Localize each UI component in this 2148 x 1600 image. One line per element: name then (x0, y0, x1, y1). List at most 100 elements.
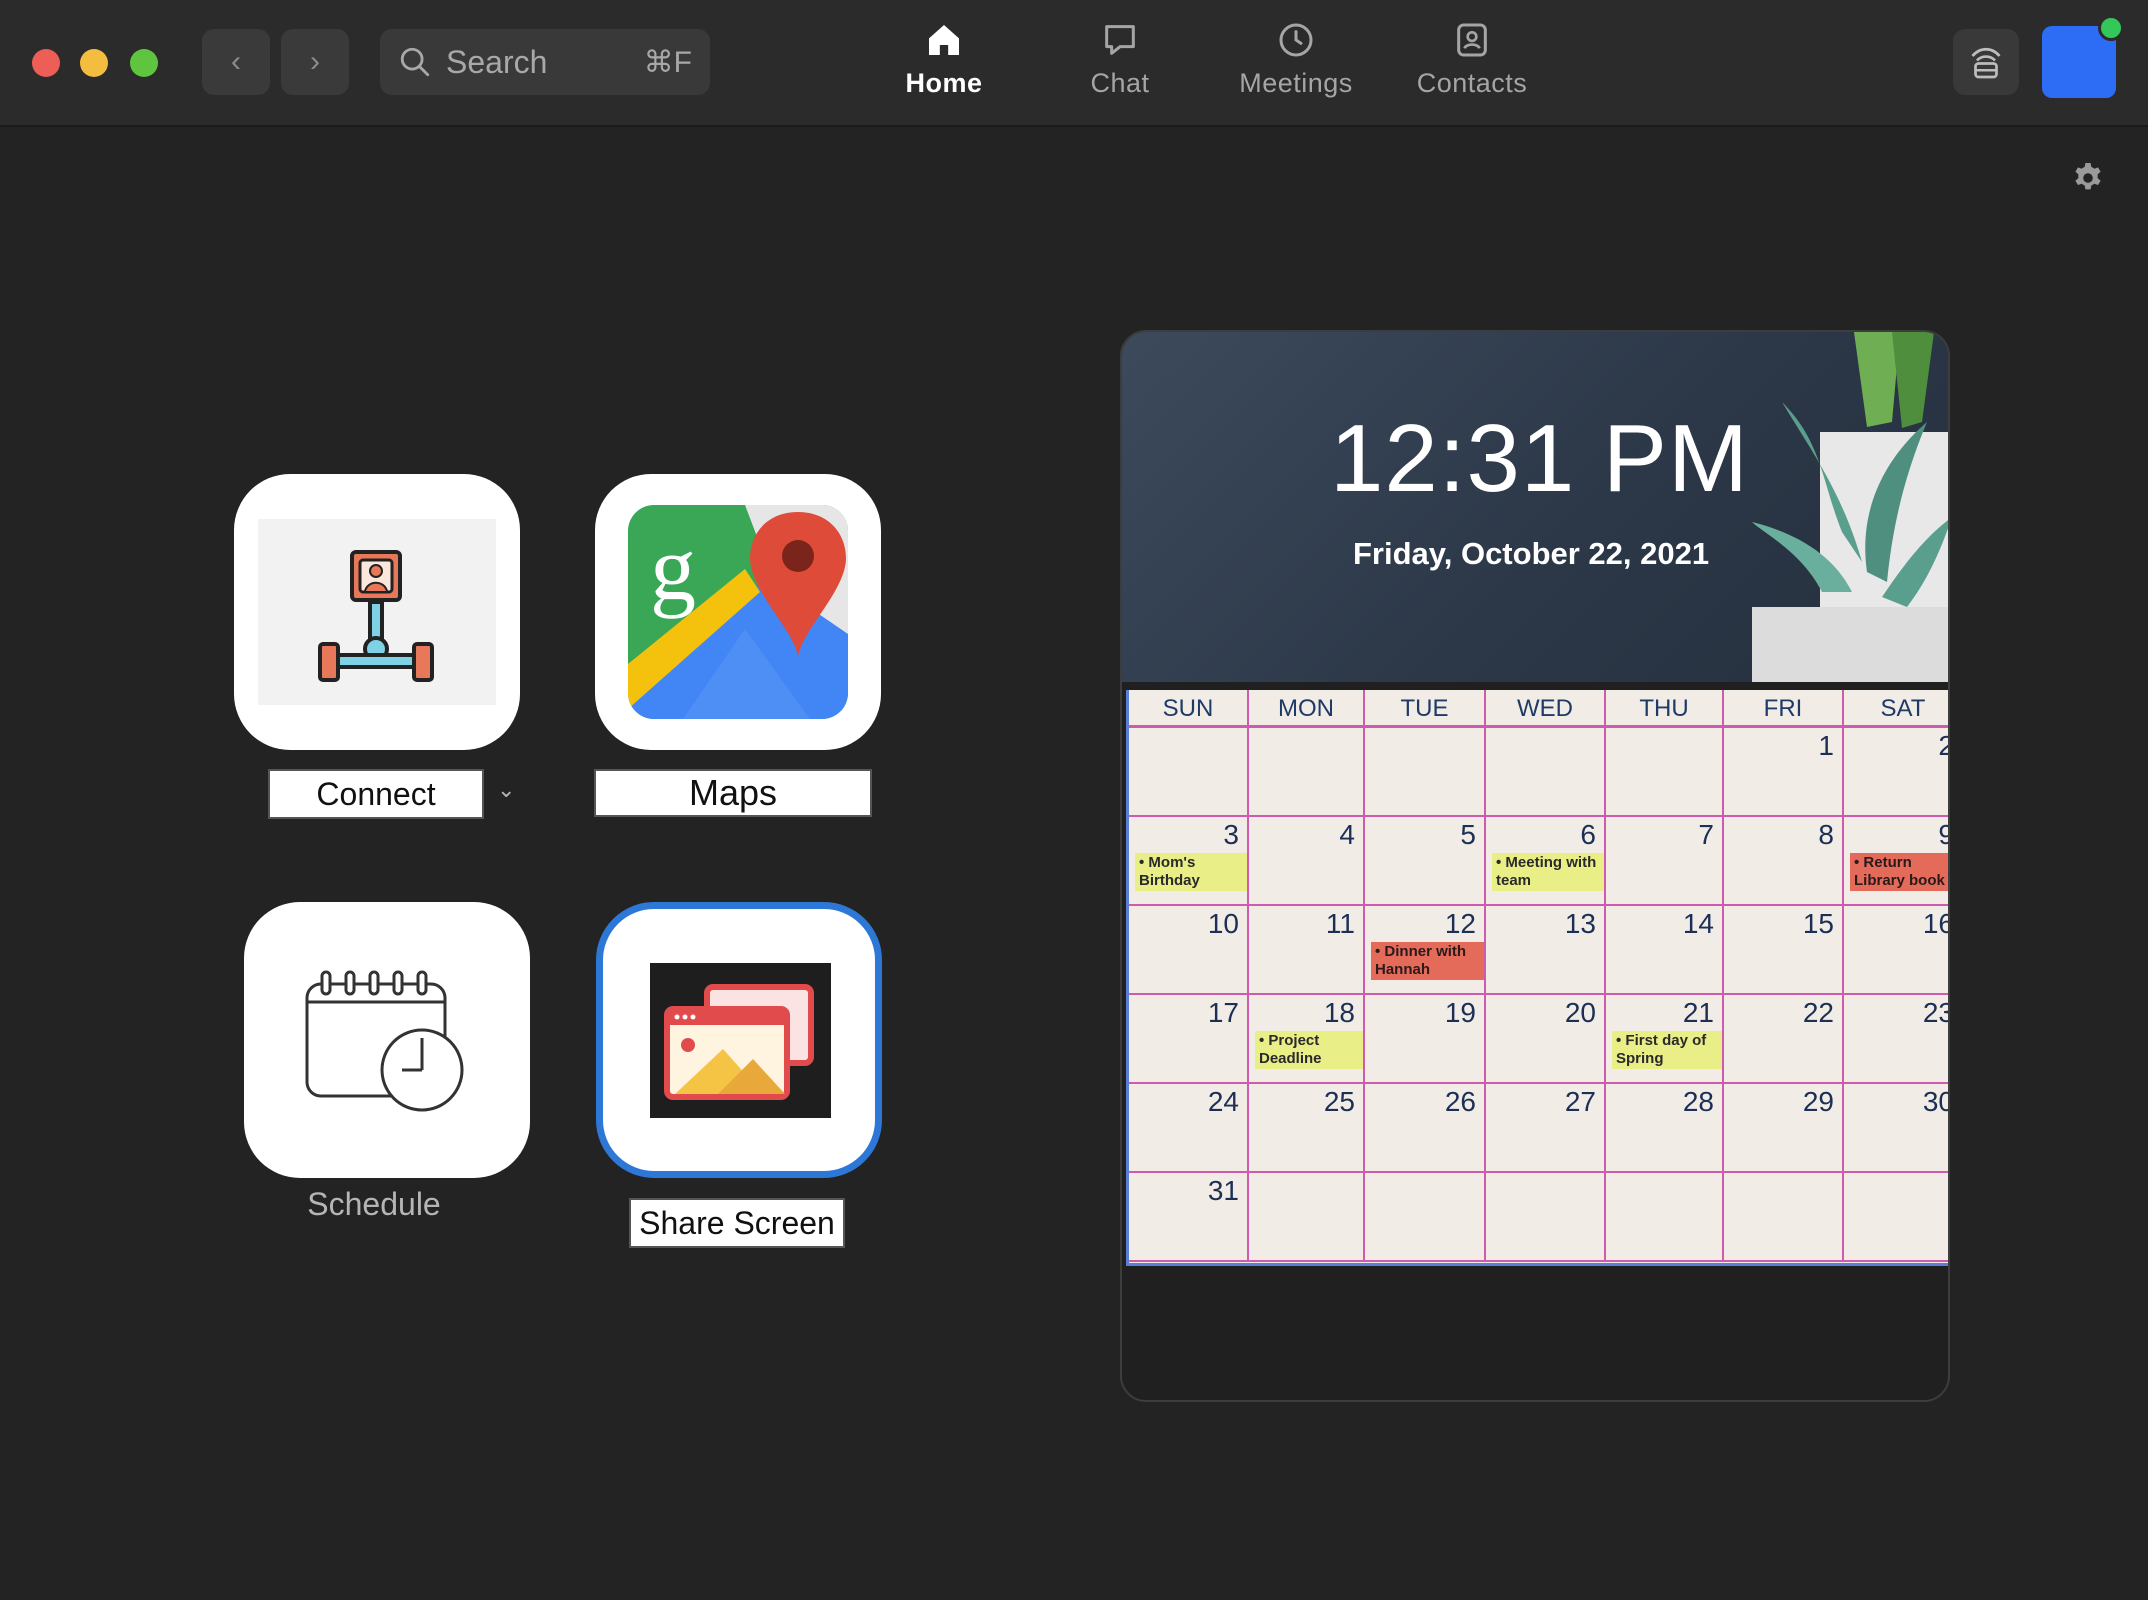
day-number: 18 (1323, 997, 1355, 1028)
calendar-day-cell[interactable] (1844, 1173, 1948, 1262)
calendar-day-cell[interactable]: 10 (1129, 906, 1249, 995)
chevron-left-icon: ‹ (231, 45, 241, 78)
calendar-day-cell[interactable] (1486, 1173, 1606, 1262)
calendar-day-cell[interactable] (1724, 1173, 1844, 1262)
calendar-day-cell[interactable] (1249, 1173, 1365, 1262)
chat-icon (1105, 25, 1135, 55)
calendar-day-cell[interactable]: 22 (1724, 995, 1844, 1084)
day-number: 24 (1207, 1086, 1239, 1117)
calendar-day-cell[interactable]: 2 (1844, 728, 1948, 817)
calendar-day-cell[interactable]: 7 (1606, 817, 1724, 906)
calendar-day-cell[interactable]: 20 (1486, 995, 1606, 1084)
calendar-day-cell[interactable]: 25 (1249, 1084, 1365, 1173)
calendar-event-note[interactable]: • Dinner with Hannah (1371, 942, 1484, 980)
connect-app-tile[interactable] (234, 474, 520, 750)
calendar-day-cell[interactable]: 6 • Meeting with team (1486, 817, 1606, 906)
calendar-day-cell[interactable]: 14 (1606, 906, 1724, 995)
day-number: 13 (1564, 908, 1596, 939)
calendar-day-cell[interactable]: 18 • Project Deadline (1249, 995, 1365, 1084)
weekday-header: TUE (1365, 690, 1486, 728)
calendar-event-note[interactable]: • Project Deadline (1255, 1031, 1363, 1069)
calendar-day-cell[interactable]: 31 (1129, 1173, 1249, 1262)
focus-mode-button[interactable] (1953, 29, 2019, 95)
minimize-window-button[interactable] (80, 49, 108, 77)
zoom-window-button[interactable] (130, 49, 158, 77)
calendar-day-cell[interactable]: 27 (1486, 1084, 1606, 1173)
calendar-day-cell[interactable]: 24 (1129, 1084, 1249, 1173)
forward-button[interactable]: › (281, 29, 349, 95)
search-icon (400, 47, 430, 77)
calendar-widget: 12:31 PM Friday, October 22, 2021 SUN MON… (1120, 330, 1950, 1402)
calendar-day-cell[interactable]: 4 (1249, 817, 1365, 906)
calendar-day-cell[interactable]: 16 (1844, 906, 1948, 995)
schedule-app-tile[interactable] (244, 902, 530, 1178)
calendar-day-cell[interactable]: 3 • Mom's Birthday (1129, 817, 1249, 906)
calendar-day-cell[interactable]: 11 (1249, 906, 1365, 995)
day-number: 29 (1802, 1086, 1834, 1117)
calendar-day-cell[interactable] (1606, 1173, 1724, 1262)
maps-label[interactable]: Maps (594, 769, 872, 817)
tab-contacts[interactable]: Contacts (1397, 20, 1547, 112)
tab-meetings[interactable]: Meetings (1221, 20, 1371, 112)
calendar-event-note[interactable]: • Mom's Birthday (1135, 853, 1247, 891)
calendar-day-cell[interactable]: 13 (1486, 906, 1606, 995)
share-screen-app-tile[interactable] (596, 902, 882, 1178)
day-number: 9 (1938, 819, 1948, 851)
schedule-label[interactable]: Schedule (274, 1186, 474, 1223)
day-number: 12 (1444, 908, 1476, 939)
day-number: 1 (1818, 730, 1834, 761)
tab-home[interactable]: Home (869, 20, 1019, 112)
maps-app-tile[interactable]: g (595, 474, 881, 750)
tab-chat-label: Chat (1090, 68, 1150, 98)
calendar-clock-icon (305, 970, 464, 1112)
calendar-day-cell[interactable] (1486, 728, 1606, 817)
day-number: 30 (1922, 1086, 1948, 1117)
weekday-header: WED (1486, 690, 1606, 728)
calendar-day-cell[interactable]: 29 (1724, 1084, 1844, 1173)
calendar-day-cell[interactable]: 21 • First day of Spring (1606, 995, 1724, 1084)
calendar-day-cell[interactable] (1365, 1173, 1486, 1262)
calendar-day-cell[interactable]: 1 (1724, 728, 1844, 817)
calendar-event-note[interactable]: • Meeting with team (1492, 853, 1604, 891)
search-input[interactable]: Search ⌘F (380, 29, 710, 95)
calendar-event-note[interactable]: • First day of Spring (1612, 1031, 1722, 1069)
month-calendar: SUNMONTUEWEDTHUFRISAT123• Mom's Birthday… (1126, 690, 1948, 1266)
calendar-day-cell[interactable]: 5 (1365, 817, 1486, 906)
calendar-day-cell[interactable]: 12 • Dinner with Hannah (1365, 906, 1486, 995)
tab-chat[interactable]: Chat (1045, 20, 1195, 112)
day-number: 28 (1682, 1086, 1714, 1117)
close-window-button[interactable] (32, 49, 60, 77)
share-screen-icon (650, 963, 831, 1118)
day-number: 23 (1922, 997, 1948, 1028)
clock-panel: 12:31 PM Friday, October 22, 2021 (1122, 332, 1948, 682)
connect-robot-icon (258, 519, 496, 705)
back-button[interactable]: ‹ (202, 29, 270, 95)
connect-dropdown-chevron-icon[interactable]: ⌄ (497, 777, 515, 803)
calendar-day-cell[interactable]: 28 (1606, 1084, 1724, 1173)
calendar-day-cell[interactable]: 19 (1365, 995, 1486, 1084)
calendar-day-cell[interactable] (1606, 728, 1724, 817)
search-label: Search (446, 43, 548, 80)
weekday-header: SAT (1844, 690, 1948, 728)
share-screen-label[interactable]: Share Screen (629, 1198, 845, 1248)
tab-meetings-label: Meetings (1239, 68, 1353, 98)
title-bar: ‹ › Search ⌘F Home Chat Meetings Contact… (0, 0, 2148, 127)
day-number: 14 (1682, 908, 1714, 939)
calendar-day-cell[interactable]: 26 (1365, 1084, 1486, 1173)
day-number: 21 (1682, 997, 1714, 1028)
calendar-day-cell[interactable] (1129, 728, 1249, 817)
calendar-day-cell[interactable]: 8 (1724, 817, 1844, 906)
day-number: 4 (1339, 819, 1355, 850)
settings-gear-icon[interactable] (2070, 160, 2106, 196)
connect-label[interactable]: Connect (268, 769, 484, 819)
calendar-day-cell[interactable]: 9• Return Library book (1844, 817, 1948, 906)
calendar-day-cell[interactable] (1249, 728, 1365, 817)
day-number: 17 (1207, 997, 1239, 1028)
calendar-event-note[interactable]: • Return Library book (1850, 853, 1948, 891)
calendar-day-cell[interactable]: 23 (1844, 995, 1948, 1084)
calendar-day-cell[interactable]: 15 (1724, 906, 1844, 995)
calendar-day-cell[interactable] (1365, 728, 1486, 817)
day-number: 19 (1444, 997, 1476, 1028)
calendar-day-cell[interactable]: 30 (1844, 1084, 1948, 1173)
calendar-day-cell[interactable]: 17 (1129, 995, 1249, 1084)
